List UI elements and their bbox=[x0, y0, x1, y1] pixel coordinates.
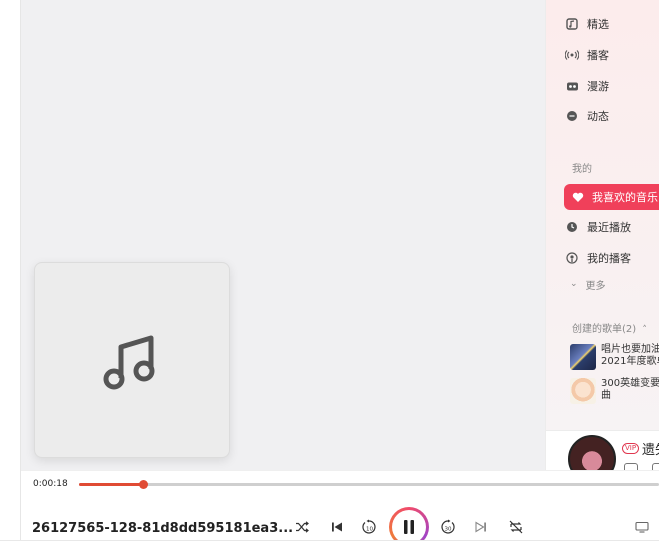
repeat-off-icon bbox=[509, 520, 523, 534]
user-area: VIP 遗失 bbox=[545, 430, 659, 483]
music-note-square-icon bbox=[564, 16, 580, 32]
sidebar-item-my-podcast[interactable]: 我的播客 bbox=[564, 246, 659, 270]
broadcast-icon bbox=[564, 47, 580, 63]
sidebar-item-label: 最近播放 bbox=[587, 221, 631, 234]
sidebar-item-podcast[interactable]: 播客 bbox=[564, 43, 659, 67]
section-mine: 我的 bbox=[572, 164, 592, 175]
player-bar: 0:00:18 26127565-128-81d8dd595181ea3... … bbox=[21, 470, 659, 547]
pause-button-inner bbox=[392, 510, 426, 544]
svg-text:30: 30 bbox=[445, 527, 452, 533]
sidebar-item-liked-music[interactable]: 我喜欢的音乐 bbox=[564, 184, 659, 210]
playlist-item[interactable]: 唱片也要加油的 2021年度歌单 bbox=[570, 344, 659, 374]
svg-text:10: 10 bbox=[366, 527, 373, 533]
progress-bar[interactable] bbox=[79, 480, 659, 489]
sidebar-item-featured[interactable]: 精选 bbox=[564, 12, 659, 36]
radio-icon bbox=[564, 78, 580, 94]
previous-button[interactable] bbox=[326, 516, 348, 538]
playlist-cover bbox=[570, 344, 596, 370]
playlist-title: 300英雄变要者 bbox=[601, 378, 659, 389]
sidebar-item-label: 漫游 bbox=[587, 80, 609, 93]
sidebar-item-label: 播客 bbox=[587, 49, 609, 62]
created-playlists-label: 创建的歌单(2) bbox=[572, 324, 637, 335]
playlist-cover bbox=[570, 378, 596, 404]
rewind-10-button[interactable]: 10 bbox=[358, 516, 380, 538]
forward-30-icon: 30 bbox=[441, 519, 455, 534]
sidebar-item-label: 动态 bbox=[587, 110, 609, 123]
skip-next-icon bbox=[475, 521, 486, 533]
podcast-icon bbox=[564, 250, 580, 266]
next-button[interactable] bbox=[470, 516, 492, 538]
sidebar-item-feed[interactable]: 动态 bbox=[564, 104, 659, 128]
window-bottom-edge bbox=[0, 540, 659, 554]
user-name[interactable]: 遗失 bbox=[642, 439, 659, 458]
sidebar-more-label: 更多 bbox=[585, 280, 606, 292]
sidebar: 精选 播客 漫游 动态 我的 我喜欢的音乐 最近播放 我的播客 ⌄ 更多 创建的… bbox=[545, 0, 659, 430]
shuffle-button[interactable] bbox=[291, 516, 313, 538]
shuffle-icon bbox=[296, 521, 309, 533]
skip-previous-icon bbox=[332, 522, 342, 532]
sidebar-item-label: 我的播客 bbox=[587, 252, 631, 265]
music-note-icon bbox=[103, 335, 155, 390]
device-button[interactable] bbox=[631, 516, 653, 538]
heart-icon bbox=[570, 189, 586, 205]
repeat-off-button[interactable] bbox=[505, 516, 527, 538]
album-art-placeholder bbox=[34, 262, 230, 458]
playlist-title: 唱片也要加油的 bbox=[601, 344, 659, 355]
section-created-playlists[interactable]: 创建的歌单(2) ˄ bbox=[572, 320, 647, 335]
sidebar-panel: 精选 播客 漫游 动态 我的 我喜欢的音乐 最近播放 我的播客 ⌄ 更多 创建的… bbox=[545, 0, 659, 430]
track-title: 26127565-128-81d8dd595181ea3... bbox=[32, 521, 294, 536]
progress-fill bbox=[79, 483, 143, 486]
replay-10-icon: 10 bbox=[362, 519, 376, 534]
chevron-up-icon: ˄ bbox=[642, 325, 647, 335]
monitor-icon bbox=[635, 521, 649, 533]
forward-30-button[interactable]: 30 bbox=[437, 516, 459, 538]
pause-icon bbox=[404, 520, 414, 534]
vip-badge: VIP bbox=[622, 443, 640, 454]
sidebar-item-recent[interactable]: 最近播放 bbox=[564, 215, 659, 239]
sidebar-item-label: 精选 bbox=[587, 18, 609, 31]
playlist-subtitle: 2021年度歌单 bbox=[601, 356, 659, 367]
playlist-item[interactable]: 300英雄变要者 曲 bbox=[570, 378, 659, 408]
progress-knob[interactable] bbox=[139, 480, 148, 489]
window-left-edge bbox=[0, 0, 21, 540]
playlist-subtitle: 曲 bbox=[601, 390, 611, 401]
sidebar-item-label: 我喜欢的音乐 bbox=[592, 191, 658, 204]
elapsed-time: 0:00:18 bbox=[33, 479, 68, 489]
chevron-down-icon: ⌄ bbox=[570, 279, 578, 289]
clock-icon bbox=[564, 219, 580, 235]
sidebar-item-roam[interactable]: 漫游 bbox=[564, 74, 659, 98]
chat-bubble-icon bbox=[564, 108, 580, 124]
sidebar-more[interactable]: ⌄ 更多 bbox=[570, 272, 659, 296]
